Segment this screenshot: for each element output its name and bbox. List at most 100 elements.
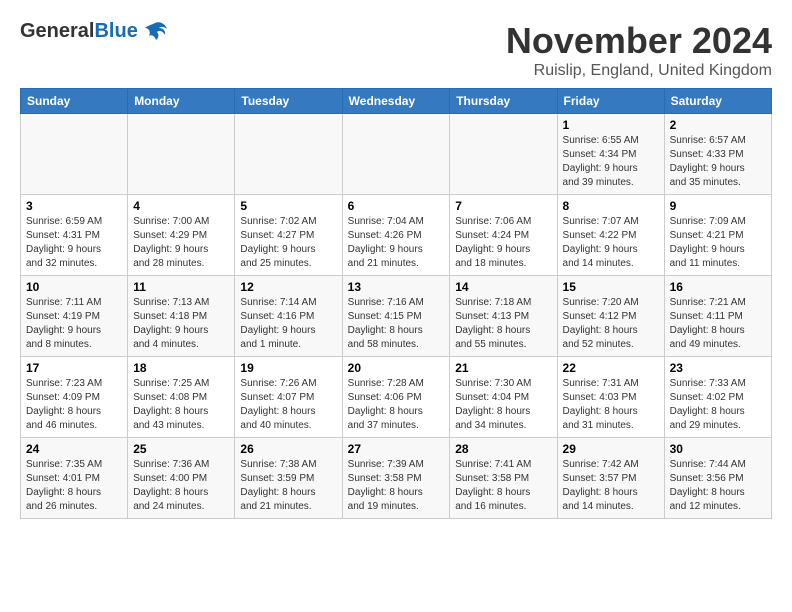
calendar-cell — [450, 114, 557, 195]
day-info: Sunrise: 7:20 AM Sunset: 4:12 PM Dayligh… — [563, 296, 659, 352]
day-number: 1 — [563, 118, 659, 132]
calendar-cell: 10 Sunrise: 7:11 AM Sunset: 4:19 PM Dayli… — [21, 276, 128, 357]
weekday-header-thursday: Thursday — [450, 89, 557, 114]
calendar-cell: 17 Sunrise: 7:23 AM Sunset: 4:09 PM Dayli… — [21, 357, 128, 438]
weekday-header-row: SundayMondayTuesdayWednesdayThursdayFrid… — [21, 89, 772, 114]
day-number: 15 — [563, 280, 659, 294]
calendar-week-2: 3Sunrise: 6:59 AM Sunset: 4:31 PM Daylig… — [21, 195, 772, 276]
calendar-cell: 28 Sunrise: 7:41 AM Sunset: 3:58 PM Dayli… — [450, 438, 557, 519]
day-info: Sunrise: 7:06 AM Sunset: 4:24 PM Dayligh… — [455, 215, 551, 271]
day-number: 22 — [563, 361, 659, 375]
calendar-week-1: 1 Sunrise: 6:55 AM Sunset: 4:34 PM Daylig… — [21, 114, 772, 195]
day-info: Sunrise: 7:04 AM Sunset: 4:26 PM Dayligh… — [348, 215, 445, 271]
calendar-cell: 21 Sunrise: 7:30 AM Sunset: 4:04 PM Dayli… — [450, 357, 557, 438]
day-info: Sunrise: 7:30 AM Sunset: 4:04 PM Dayligh… — [455, 377, 551, 433]
calendar-cell: 25 Sunrise: 7:36 AM Sunset: 4:00 PM Dayli… — [128, 438, 235, 519]
day-info: Sunrise: 7:14 AM Sunset: 4:16 PM Dayligh… — [240, 296, 336, 352]
calendar-cell: 29 Sunrise: 7:42 AM Sunset: 3:57 PM Dayli… — [557, 438, 664, 519]
day-number: 6 — [348, 199, 445, 213]
day-number: 16 — [670, 280, 766, 294]
calendar-cell: 11Sunrise: 7:13 AM Sunset: 4:18 PM Dayli… — [128, 276, 235, 357]
day-info: Sunrise: 7:41 AM Sunset: 3:58 PM Dayligh… — [455, 458, 551, 514]
calendar-header: SundayMondayTuesdayWednesdayThursdayFrid… — [21, 89, 772, 114]
day-info: Sunrise: 7:00 AM Sunset: 4:29 PM Dayligh… — [133, 215, 229, 271]
calendar-cell: 9 Sunrise: 7:09 AM Sunset: 4:21 PM Daylig… — [664, 195, 771, 276]
day-number: 18 — [133, 361, 229, 375]
calendar-cell: 19Sunrise: 7:26 AM Sunset: 4:07 PM Dayli… — [235, 357, 342, 438]
day-number: 2 — [670, 118, 766, 132]
day-number: 19 — [240, 361, 336, 375]
day-info: Sunrise: 7:09 AM Sunset: 4:21 PM Dayligh… — [670, 215, 766, 271]
calendar-cell — [235, 114, 342, 195]
calendar-week-4: 17 Sunrise: 7:23 AM Sunset: 4:09 PM Dayli… — [21, 357, 772, 438]
day-number: 29 — [563, 442, 659, 456]
calendar-cell: 14Sunrise: 7:18 AM Sunset: 4:13 PM Dayli… — [450, 276, 557, 357]
calendar-body: 1 Sunrise: 6:55 AM Sunset: 4:34 PM Daylig… — [21, 114, 772, 519]
day-number: 14 — [455, 280, 551, 294]
day-info: Sunrise: 7:36 AM Sunset: 4:00 PM Dayligh… — [133, 458, 229, 514]
day-info: Sunrise: 7:11 AM Sunset: 4:19 PM Dayligh… — [26, 296, 122, 352]
day-info: Sunrise: 7:42 AM Sunset: 3:57 PM Dayligh… — [563, 458, 659, 514]
weekday-header-friday: Friday — [557, 89, 664, 114]
month-title: November 2024 — [506, 20, 772, 62]
calendar-cell: 27 Sunrise: 7:39 AM Sunset: 3:58 PM Dayli… — [342, 438, 450, 519]
day-info: Sunrise: 7:28 AM Sunset: 4:06 PM Dayligh… — [348, 377, 445, 433]
day-number: 5 — [240, 199, 336, 213]
calendar-cell: 16 Sunrise: 7:21 AM Sunset: 4:11 PM Dayli… — [664, 276, 771, 357]
calendar-cell: 3Sunrise: 6:59 AM Sunset: 4:31 PM Daylig… — [21, 195, 128, 276]
location-subtitle: Ruislip, England, United Kingdom — [506, 62, 772, 80]
day-info: Sunrise: 6:55 AM Sunset: 4:34 PM Dayligh… — [563, 134, 659, 190]
calendar-cell: 22 Sunrise: 7:31 AM Sunset: 4:03 PM Dayli… — [557, 357, 664, 438]
calendar-week-5: 24Sunrise: 7:35 AM Sunset: 4:01 PM Dayli… — [21, 438, 772, 519]
day-number: 27 — [348, 442, 445, 456]
day-number: 23 — [670, 361, 766, 375]
day-number: 12 — [240, 280, 336, 294]
calendar-cell: 4 Sunrise: 7:00 AM Sunset: 4:29 PM Daylig… — [128, 195, 235, 276]
day-number: 26 — [240, 442, 336, 456]
day-number: 28 — [455, 442, 551, 456]
day-number: 20 — [348, 361, 445, 375]
day-info: Sunrise: 7:44 AM Sunset: 3:56 PM Dayligh… — [670, 458, 766, 514]
day-number: 8 — [563, 199, 659, 213]
day-info: Sunrise: 7:23 AM Sunset: 4:09 PM Dayligh… — [26, 377, 122, 433]
day-number: 11 — [133, 280, 229, 294]
day-info: Sunrise: 7:21 AM Sunset: 4:11 PM Dayligh… — [670, 296, 766, 352]
calendar-cell: 20 Sunrise: 7:28 AM Sunset: 4:06 PM Dayli… — [342, 357, 450, 438]
day-info: Sunrise: 7:07 AM Sunset: 4:22 PM Dayligh… — [563, 215, 659, 271]
logo-text: GeneralBlue — [20, 20, 138, 43]
day-info: Sunrise: 7:33 AM Sunset: 4:02 PM Dayligh… — [670, 377, 766, 433]
weekday-header-tuesday: Tuesday — [235, 89, 342, 114]
day-number: 4 — [133, 199, 229, 213]
day-info: Sunrise: 7:02 AM Sunset: 4:27 PM Dayligh… — [240, 215, 336, 271]
weekday-header-monday: Monday — [128, 89, 235, 114]
calendar-cell: 13Sunrise: 7:16 AM Sunset: 4:15 PM Dayli… — [342, 276, 450, 357]
calendar-cell: 2 Sunrise: 6:57 AM Sunset: 4:33 PM Daylig… — [664, 114, 771, 195]
calendar-cell: 23 Sunrise: 7:33 AM Sunset: 4:02 PM Dayli… — [664, 357, 771, 438]
calendar-cell: 18 Sunrise: 7:25 AM Sunset: 4:08 PM Dayli… — [128, 357, 235, 438]
day-number: 30 — [670, 442, 766, 456]
calendar-cell: 6 Sunrise: 7:04 AM Sunset: 4:26 PM Daylig… — [342, 195, 450, 276]
day-info: Sunrise: 6:57 AM Sunset: 4:33 PM Dayligh… — [670, 134, 766, 190]
day-number: 7 — [455, 199, 551, 213]
logo: GeneralBlue — [20, 20, 169, 43]
title-section: November 2024 Ruislip, England, United K… — [506, 20, 772, 80]
day-info: Sunrise: 7:38 AM Sunset: 3:59 PM Dayligh… — [240, 458, 336, 514]
day-info: Sunrise: 7:25 AM Sunset: 4:08 PM Dayligh… — [133, 377, 229, 433]
calendar-cell: 24Sunrise: 7:35 AM Sunset: 4:01 PM Dayli… — [21, 438, 128, 519]
day-info: Sunrise: 7:16 AM Sunset: 4:15 PM Dayligh… — [348, 296, 445, 352]
day-number: 9 — [670, 199, 766, 213]
day-number: 17 — [26, 361, 122, 375]
day-info: Sunrise: 7:31 AM Sunset: 4:03 PM Dayligh… — [563, 377, 659, 433]
calendar-cell: 26 Sunrise: 7:38 AM Sunset: 3:59 PM Dayli… — [235, 438, 342, 519]
weekday-header-saturday: Saturday — [664, 89, 771, 114]
day-number: 21 — [455, 361, 551, 375]
calendar-cell: 15 Sunrise: 7:20 AM Sunset: 4:12 PM Dayli… — [557, 276, 664, 357]
day-number: 24 — [26, 442, 122, 456]
day-number: 25 — [133, 442, 229, 456]
day-number: 10 — [26, 280, 122, 294]
weekday-header-sunday: Sunday — [21, 89, 128, 114]
calendar-cell: 30 Sunrise: 7:44 AM Sunset: 3:56 PM Dayli… — [664, 438, 771, 519]
calendar-cell — [342, 114, 450, 195]
day-info: Sunrise: 7:39 AM Sunset: 3:58 PM Dayligh… — [348, 458, 445, 514]
calendar-cell — [128, 114, 235, 195]
